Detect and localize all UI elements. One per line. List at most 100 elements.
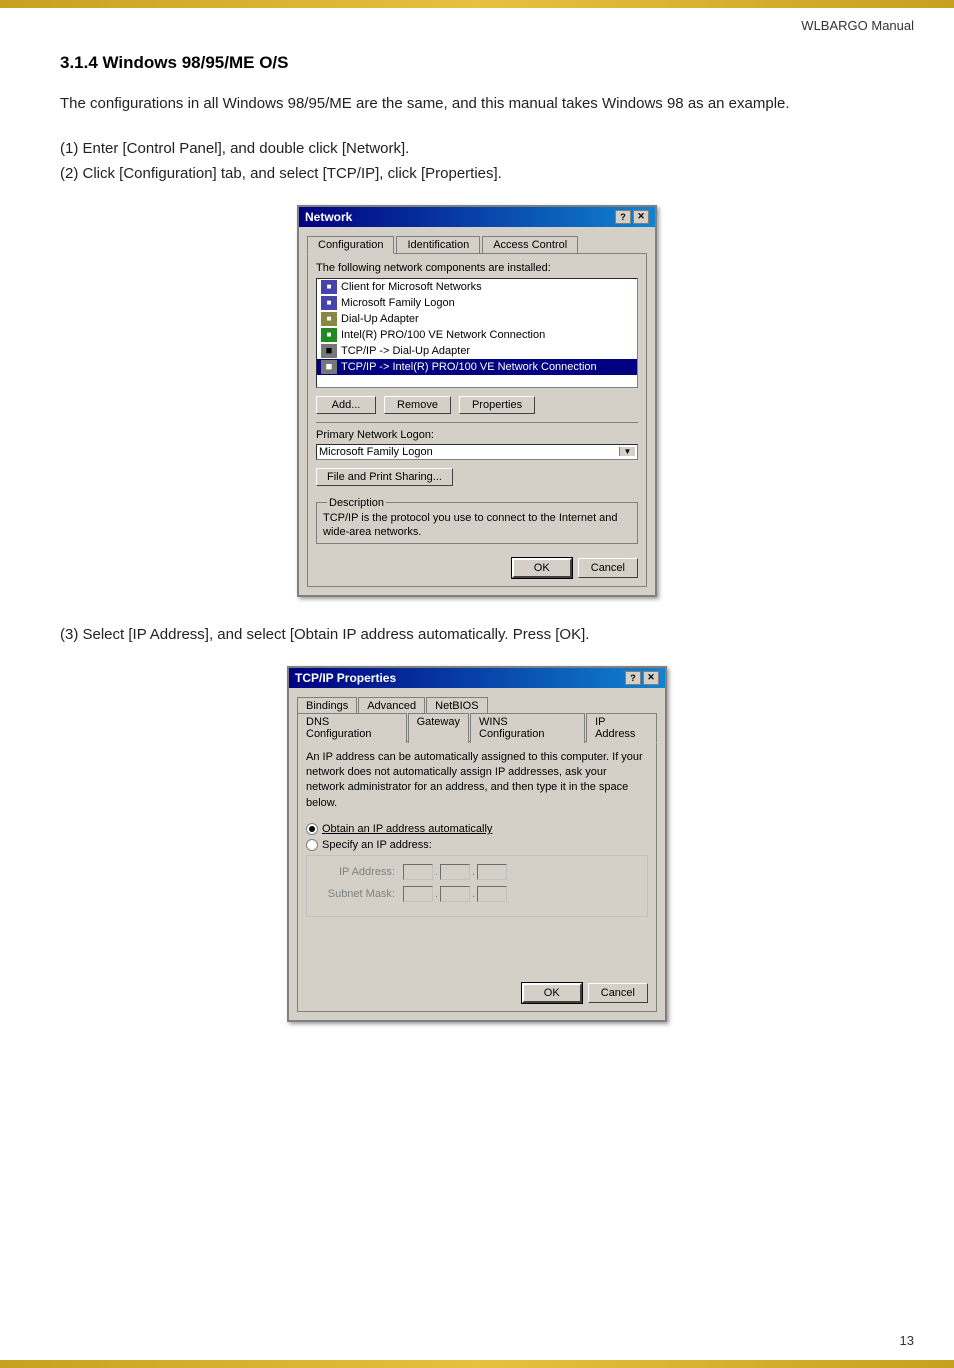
- ip-fields-group: IP Address: . . Subnet Mask:: [306, 855, 648, 917]
- tcpip-intel: TCP/IP -> Intel(R) PRO/100 VE Network Co…: [341, 361, 597, 373]
- description-text: TCP/IP is the protocol you use to connec…: [323, 511, 631, 540]
- intel-icon: ■: [321, 328, 337, 342]
- list-item-selected[interactable]: ■ TCP/IP -> Intel(R) PRO/100 VE Network …: [317, 359, 637, 375]
- list-item: ■ TCP/IP -> Dial-Up Adapter: [317, 343, 637, 359]
- network-tab-content: The following network components are ins…: [307, 253, 647, 588]
- network-dialog-titlebar: Network ? ✕: [299, 207, 655, 227]
- file-share-button[interactable]: File and Print Sharing...: [316, 468, 453, 486]
- tab-configuration[interactable]: Configuration: [307, 236, 394, 254]
- dial-up-adapter: Dial-Up Adapter: [341, 313, 419, 325]
- subnet-dot2: .: [472, 888, 475, 900]
- tcpip-dial-icon: ■: [321, 344, 337, 358]
- network-cancel-button[interactable]: Cancel: [578, 558, 638, 578]
- network-dialog-title: Network: [305, 210, 352, 224]
- ip-address-input: . .: [403, 864, 507, 880]
- tab-wins-config[interactable]: WINS Configuration: [470, 713, 585, 743]
- tcp-help-button[interactable]: ?: [625, 671, 641, 685]
- description-group: Description TCP/IP is the protocol you u…: [316, 502, 638, 545]
- client-icon: ■: [321, 280, 337, 294]
- primary-logon-value: Microsoft Family Logon: [319, 446, 433, 458]
- list-item: ■ Client for Microsoft Networks: [317, 279, 637, 295]
- ip-seg3[interactable]: [477, 864, 507, 880]
- subnet-label: Subnet Mask:: [315, 888, 395, 900]
- top-bar: [0, 0, 954, 8]
- list-item: ■ Microsoft Family Logon: [317, 295, 637, 311]
- subnet-input: . .: [403, 886, 507, 902]
- list-item: ■ Dial-Up Adapter: [317, 311, 637, 327]
- radio-obtain-label: Obtain an IP address automatically: [322, 823, 492, 835]
- tcpip-dialup: TCP/IP -> Dial-Up Adapter: [341, 345, 470, 357]
- tab-access-control[interactable]: Access Control: [482, 236, 578, 254]
- tab-gateway[interactable]: Gateway: [408, 713, 469, 743]
- main-content: 3.1.4 Windows 98/95/ME O/S The configura…: [0, 33, 954, 1107]
- logon-icon: ■: [321, 296, 337, 310]
- list-item: ■ Intel(R) PRO/100 VE Network Connection: [317, 327, 637, 343]
- remove-button[interactable]: Remove: [384, 396, 451, 414]
- tab-advanced[interactable]: Advanced: [358, 697, 425, 714]
- radio-specify[interactable]: Specify an IP address:: [306, 839, 648, 851]
- step3-container: (3) Select [IP Address], and select [Obt…: [60, 622, 894, 648]
- ip-dot1: .: [435, 866, 438, 878]
- subnet-seg3[interactable]: [477, 886, 507, 902]
- tab-dns-config[interactable]: DNS Configuration: [297, 713, 407, 743]
- tab-bindings[interactable]: Bindings: [297, 697, 357, 714]
- manual-title: WLBARGO Manual: [801, 18, 914, 33]
- tcp-close-button[interactable]: ✕: [643, 671, 659, 685]
- tcpip-intel-icon: ■: [321, 360, 337, 374]
- step3: (3) Select [IP Address], and select [Obt…: [60, 626, 589, 643]
- tcp-ok-button[interactable]: OK: [522, 983, 582, 1003]
- network-dialog-body: Configuration Identification Access Cont…: [299, 227, 655, 596]
- file-share-container: File and Print Sharing...: [316, 468, 638, 494]
- step2: (2) Click [Configuration] tab, and selec…: [60, 161, 894, 187]
- ip-address-label: IP Address:: [315, 866, 395, 878]
- tcp-spacer: [306, 917, 648, 977]
- tab-ip-address[interactable]: IP Address: [586, 713, 657, 743]
- tcp-tab-content: An IP address can be automatically assig…: [297, 741, 657, 1013]
- radio-obtain-dot: [309, 826, 315, 832]
- network-ok-button[interactable]: OK: [512, 558, 572, 578]
- intro-text: The configurations in all Windows 98/95/…: [60, 93, 894, 116]
- network-list-label: The following network components are ins…: [316, 262, 638, 274]
- subnet-seg2[interactable]: [440, 886, 470, 902]
- properties-button[interactable]: Properties: [459, 396, 535, 414]
- radio-specify-circle: [306, 839, 318, 851]
- tcp-cancel-button[interactable]: Cancel: [588, 983, 648, 1003]
- tab-netbios[interactable]: NetBIOS: [426, 697, 487, 714]
- network-dialog-footer: OK Cancel: [316, 552, 638, 578]
- tcp-title: TCP/IP Properties: [295, 671, 396, 685]
- network-component-list[interactable]: ■ Client for Microsoft Networks ■ Micros…: [316, 278, 638, 388]
- subnet-row: Subnet Mask: . .: [315, 886, 639, 902]
- primary-logon-select[interactable]: Microsoft Family Logon ▼: [316, 444, 638, 460]
- subnet-seg1[interactable]: [403, 886, 433, 902]
- intel-connection: Intel(R) PRO/100 VE Network Connection: [341, 329, 545, 341]
- tcp-dialog-footer: OK Cancel: [306, 977, 648, 1003]
- page-number: 13: [900, 1333, 914, 1348]
- tab-identification[interactable]: Identification: [396, 236, 480, 254]
- add-button[interactable]: Add...: [316, 396, 376, 414]
- client-networks: Client for Microsoft Networks: [341, 281, 482, 293]
- header: WLBARGO Manual: [0, 8, 954, 33]
- tcp-body: Bindings Advanced NetBIOS DNS Configurat…: [289, 688, 665, 1021]
- network-dialog: Network ? ✕ Configuration Identification…: [297, 205, 657, 598]
- subnet-dot1: .: [435, 888, 438, 900]
- network-tabs: Configuration Identification Access Cont…: [307, 235, 647, 253]
- ip-seg2[interactable]: [440, 864, 470, 880]
- description-title: Description: [327, 497, 386, 509]
- primary-logon-label: Primary Network Logon:: [316, 429, 638, 441]
- ip-seg1[interactable]: [403, 864, 433, 880]
- family-logon: Microsoft Family Logon: [341, 297, 455, 309]
- tcp-dialog: TCP/IP Properties ? ✕ Bindings Advanced …: [287, 666, 667, 1023]
- tcp-bottom-tabs: DNS Configuration Gateway WINS Configura…: [297, 712, 657, 742]
- tcp-titlebar-controls: ? ✕: [625, 671, 659, 685]
- network-dialog-container: Network ? ✕ Configuration Identification…: [60, 205, 894, 598]
- ip-dot2: .: [472, 866, 475, 878]
- instructions-1-2: (1) Enter [Control Panel], and double cl…: [60, 136, 894, 187]
- tcp-top-tabs: Bindings Advanced NetBIOS: [297, 696, 657, 713]
- help-button[interactable]: ?: [615, 210, 631, 224]
- dial-icon: ■: [321, 312, 337, 326]
- separator1: [316, 422, 638, 423]
- ip-address-row: IP Address: . .: [315, 864, 639, 880]
- bottom-bar: [0, 1360, 954, 1368]
- close-button[interactable]: ✕: [633, 210, 649, 224]
- radio-obtain[interactable]: Obtain an IP address automatically: [306, 823, 648, 835]
